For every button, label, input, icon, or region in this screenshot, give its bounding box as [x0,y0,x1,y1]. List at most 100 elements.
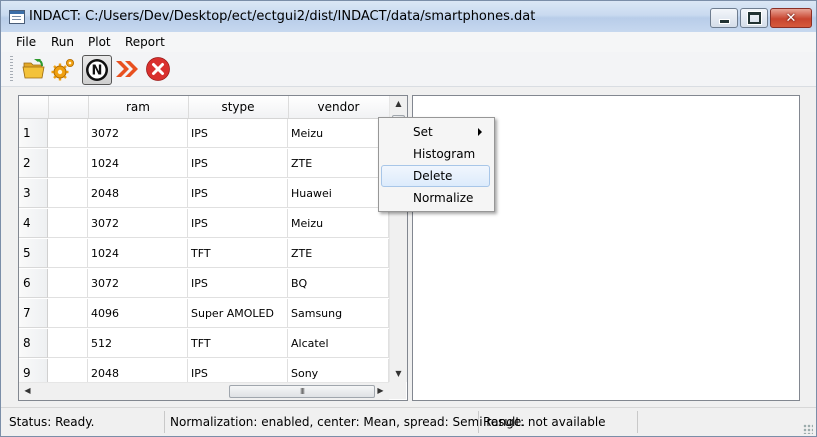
row-selector-cell[interactable] [48,269,88,298]
corner-header[interactable] [19,96,49,118]
application-window: INDACT: C:/Users/Dev/Desktop/ect/ectgui2… [0,0,817,437]
run-button[interactable] [114,56,140,82]
stype-cell[interactable]: TFT [188,329,288,358]
ram-cell[interactable]: 1024 [88,149,188,178]
table-row[interactable]: 8 512 TFT Alcatel [19,329,389,359]
table-row[interactable]: 3 2048 IPS Huawei [19,179,389,209]
toolbar-grip[interactable] [10,56,13,82]
ram-cell[interactable]: 512 [88,329,188,358]
context-menu-item-delete[interactable]: Delete [381,165,490,187]
vendor-cell[interactable]: Alcatel [288,329,389,358]
ram-cell[interactable]: 1024 [88,239,188,268]
context-menu-item-normalize[interactable]: Normalize [381,187,490,209]
status-separator [637,411,638,433]
resize-grip-icon[interactable] [803,424,813,434]
ram-cell[interactable]: 3072 [88,209,188,238]
context-menu-item-set[interactable]: Set [381,121,490,143]
table-row[interactable]: 1 3072 IPS Meizu [19,119,389,149]
stype-cell[interactable]: IPS [188,269,288,298]
open-folder-button[interactable] [21,56,47,82]
vendor-cell[interactable]: Meizu [288,209,389,238]
stype-cell[interactable]: IPS [188,209,288,238]
row-header[interactable]: 2 [19,149,48,178]
scroll-down-arrow-icon[interactable]: ▼ [390,369,407,378]
row-header[interactable]: 7 [19,299,48,328]
settings-button[interactable] [51,56,77,82]
submenu-arrow-icon [478,128,482,136]
menu-bar: File Run Plot Report [1,32,816,52]
menu-file[interactable]: File [16,35,36,49]
minimize-button[interactable] [710,8,738,28]
row-selector-cell[interactable] [48,299,88,328]
column-header-ram[interactable]: ram [88,96,189,118]
normalize-toggle-button[interactable]: N [82,55,112,85]
ram-cell[interactable]: 2048 [88,359,188,382]
column-header-vendor[interactable]: vendor [288,96,389,118]
scroll-up-arrow-icon[interactable]: ▲ [390,99,407,108]
menu-plot[interactable]: Plot [88,35,111,49]
stype-cell[interactable]: TFT [188,239,288,268]
row-header[interactable]: 1 [19,119,48,148]
row-selector-cell[interactable] [48,329,88,358]
stype-cell[interactable]: IPS [188,359,288,382]
title-bar[interactable]: INDACT: C:/Users/Dev/Desktop/ect/ectgui2… [1,1,816,32]
status-separator [478,411,479,433]
app-icon [9,10,25,24]
row-header[interactable]: 5 [19,239,48,268]
vendor-cell[interactable]: ZTE [288,149,389,178]
row-header[interactable]: 9 [19,359,48,382]
status-separator [164,411,165,433]
ram-cell[interactable]: 4096 [88,299,188,328]
row-header[interactable]: 3 [19,179,48,208]
row-header[interactable]: 6 [19,269,48,298]
menu-report[interactable]: Report [125,35,165,49]
row-header[interactable]: 8 [19,329,48,358]
ram-cell[interactable]: 3072 [88,269,188,298]
scroll-left-arrow-icon[interactable]: ◀ [19,386,36,395]
row-selector-cell[interactable] [48,179,88,208]
vendor-cell[interactable]: ZTE [288,239,389,268]
stype-cell[interactable]: IPS [188,119,288,148]
row-header[interactable]: 4 [19,209,48,238]
stop-cancel-icon [146,57,170,81]
context-menu-item-histogram[interactable]: Histogram [381,143,490,165]
stop-button[interactable] [145,56,171,82]
minimize-icon [718,19,730,24]
vendor-cell[interactable]: Sony [288,359,389,382]
context-menu-label: Normalize [413,191,474,205]
vendor-cell[interactable]: Samsung [288,299,389,328]
column-header[interactable] [48,96,89,118]
close-button[interactable]: ✕ [770,8,812,28]
close-icon: ✕ [785,10,797,26]
row-selector-cell[interactable] [48,149,88,178]
horizontal-scroll-thumb[interactable]: III [229,385,375,398]
table-row[interactable]: 4 3072 IPS Meizu [19,209,389,239]
table-row[interactable]: 6 3072 IPS BQ [19,269,389,299]
row-selector-cell[interactable] [48,239,88,268]
row-selector-cell[interactable] [48,359,88,382]
maximize-icon [747,12,761,24]
stype-cell[interactable]: IPS [188,179,288,208]
row-selector-cell[interactable] [48,119,88,148]
maximize-button[interactable] [740,8,768,28]
vendor-cell[interactable]: Meizu [288,119,389,148]
ram-cell[interactable]: 3072 [88,119,188,148]
row-selector-cell[interactable] [48,209,88,238]
table-row[interactable]: 2 1024 IPS ZTE [19,149,389,179]
normalize-n-icon: N [86,59,108,81]
scroll-grip-icon: III [299,387,305,396]
scroll-right-arrow-icon[interactable]: ▶ [372,386,389,395]
table-row[interactable]: 9 2048 IPS Sony [19,359,389,382]
table-row[interactable]: 5 1024 TFT ZTE [19,239,389,269]
vendor-cell[interactable]: Huawei [288,179,389,208]
stype-cell[interactable]: IPS [188,149,288,178]
context-menu-label: Histogram [413,147,476,161]
column-header-stype[interactable]: stype [188,96,289,118]
ram-cell[interactable]: 2048 [88,179,188,208]
stype-cell[interactable]: Super AMOLED [188,299,288,328]
menu-run[interactable]: Run [51,35,74,49]
vendor-cell[interactable]: BQ [288,269,389,298]
settings-gears-icon [51,59,74,81]
horizontal-scrollbar[interactable]: ◀ III ▶ [19,382,389,400]
table-row[interactable]: 7 4096 Super AMOLED Samsung [19,299,389,329]
